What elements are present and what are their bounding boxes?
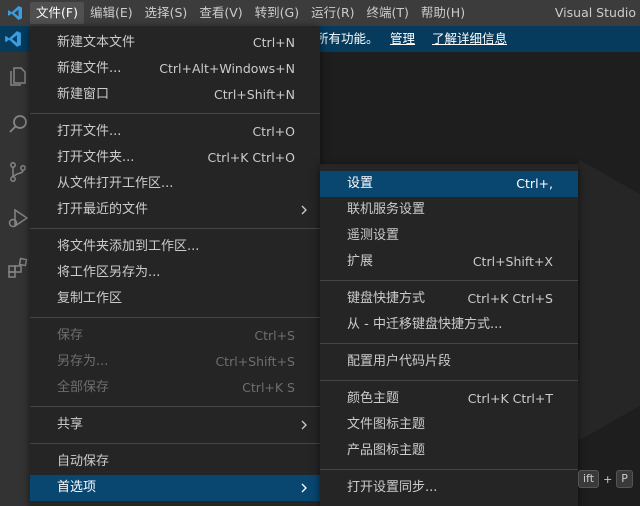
menu-item-share[interactable]: 共享 — [30, 412, 320, 438]
menu-item-color-theme[interactable]: 颜色主题 Ctrl+K Ctrl+T — [320, 386, 578, 412]
menu-separator — [30, 228, 320, 229]
menu-file[interactable]: 文件(F) — [30, 2, 84, 24]
menu-item-open-workspace-from-file[interactable]: 从文件打开工作区... — [30, 171, 320, 197]
menu-item-save: 保存 Ctrl+S — [57, 328, 295, 343]
explorer-icon[interactable] — [6, 64, 30, 88]
source-control-icon[interactable] — [6, 160, 30, 184]
vscode-logo-icon — [0, 0, 30, 26]
menu-item-save-as: 另存为... Ctrl+Shift+S — [57, 354, 295, 369]
banner-text: 所有功能。 — [316, 31, 379, 46]
menu-item-duplicate-workspace[interactable]: 复制工作区 — [30, 286, 320, 312]
hint-key: ift — [578, 470, 600, 488]
menu-item-online-services-settings[interactable]: 联机服务设置 — [320, 197, 578, 223]
menu-bar: 文件(F) 编辑(E) 选择(S) 查看(V) 转到(G) 运行(R) 终端(T… — [30, 0, 471, 26]
menu-item-auto-save[interactable]: 自动保存 — [30, 449, 320, 475]
menu-item-open-recent[interactable]: 打开最近的文件 — [30, 197, 320, 223]
menu-item-keyboard-shortcuts[interactable]: 键盘快捷方式 Ctrl+K Ctrl+S — [320, 286, 578, 312]
preferences-submenu: 设置 Ctrl+, 联机服务设置 遥测设置 扩展 Ctrl+Shift+X 键盘… — [320, 164, 578, 506]
menu-item-add-folder-to-workspace[interactable]: 将文件夹添加到工作区... — [30, 234, 320, 260]
menu-item-save-workspace-as[interactable]: 将工作区另存为... — [30, 260, 320, 286]
hint-key: P — [616, 470, 633, 488]
menu-item-settings[interactable]: 设置 Ctrl+, — [320, 171, 578, 197]
menu-separator — [320, 280, 578, 281]
chevron-right-icon — [301, 420, 307, 430]
chevron-right-icon — [301, 483, 307, 493]
menu-item-preferences[interactable]: 首选项 — [30, 475, 320, 501]
menu-selection[interactable]: 选择(S) — [139, 2, 194, 24]
menu-separator — [30, 317, 320, 318]
menu-item-open-folder[interactable]: 打开文件夹... Ctrl+K Ctrl+O — [30, 145, 320, 171]
menu-item-telemetry-settings[interactable]: 遥测设置 — [320, 223, 578, 249]
menu-separator — [30, 406, 320, 407]
extensions-icon[interactable] — [6, 256, 30, 280]
search-icon[interactable] — [6, 112, 30, 136]
menu-item-file-icon-theme[interactable]: 文件图标主题 — [320, 412, 578, 438]
menu-item-new-file[interactable]: 新建文件... Ctrl+Alt+Windows+N — [30, 56, 320, 82]
menu-separator — [320, 380, 578, 381]
menu-separator — [30, 443, 320, 444]
menu-separator — [320, 343, 578, 344]
menu-item-new-text-file[interactable]: 新建文本文件 Ctrl+N — [30, 30, 320, 56]
keybinding-hint: ift + P — [578, 470, 633, 488]
menu-separator — [30, 113, 320, 114]
chevron-right-icon — [301, 205, 307, 215]
menu-item-settings-sync[interactable]: 打开设置同步... — [320, 475, 578, 501]
menu-go[interactable]: 转到(G) — [249, 2, 305, 24]
menu-item-user-snippets[interactable]: 配置用户代码片段 — [320, 349, 578, 375]
banner-vscode-icon — [4, 30, 22, 52]
hint-plus: + — [603, 472, 613, 486]
run-debug-icon[interactable] — [6, 206, 30, 230]
menu-separator — [320, 469, 578, 470]
banner-learn-more-link[interactable]: 了解详细信息 — [432, 26, 507, 52]
menu-edit[interactable]: 编辑(E) — [84, 2, 139, 24]
menu-help[interactable]: 帮助(H) — [415, 2, 471, 24]
menu-item-product-icon-theme[interactable]: 产品图标主题 — [320, 438, 578, 464]
banner-manage-link[interactable]: 管理 — [390, 26, 415, 52]
menu-item-new-window[interactable]: 新建窗口 Ctrl+Shift+N — [30, 82, 320, 108]
file-menu: 新建文本文件 Ctrl+N 新建文件... Ctrl+Alt+Windows+N… — [30, 26, 320, 506]
menu-terminal[interactable]: 终端(T) — [361, 2, 415, 24]
menu-item-open-file[interactable]: 打开文件... Ctrl+O — [30, 119, 320, 145]
menu-view[interactable]: 查看(V) — [193, 2, 248, 24]
menu-item-save-all: 全部保存 Ctrl+K S — [57, 380, 295, 395]
window-title: Visual Studio — [554, 5, 636, 20]
menu-item-extensions[interactable]: 扩展 Ctrl+Shift+X — [320, 249, 578, 275]
title-bar: 文件(F) 编辑(E) 选择(S) 查看(V) 转到(G) 运行(R) 终端(T… — [0, 0, 640, 26]
menu-run[interactable]: 运行(R) — [305, 2, 360, 24]
menu-item-migrate-keyboard-shortcuts[interactable]: 从 - 中迁移键盘快捷方式... — [320, 312, 578, 338]
